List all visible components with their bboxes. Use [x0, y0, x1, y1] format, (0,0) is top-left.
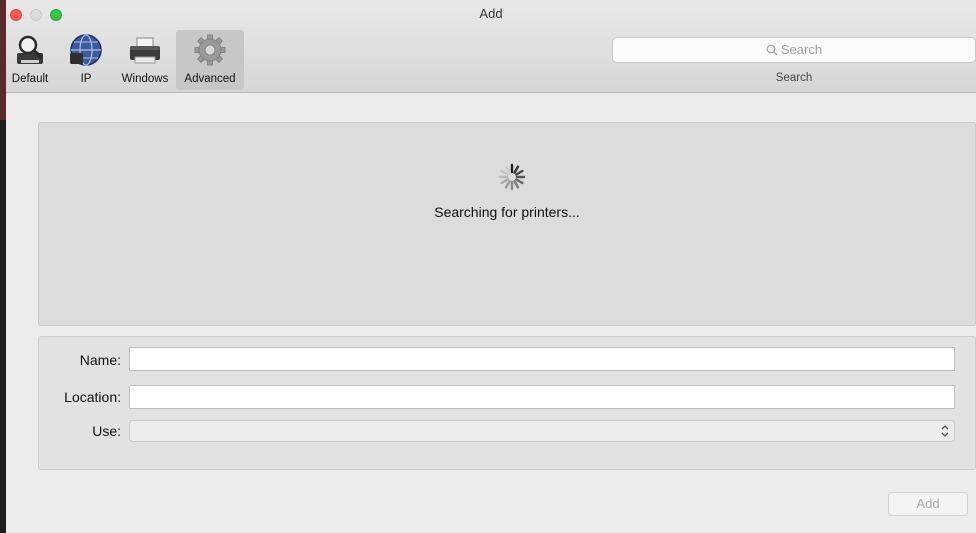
search-icon	[766, 44, 778, 56]
use-label: Use:	[92, 423, 121, 439]
location-label: Location:	[64, 389, 121, 405]
name-label: Name:	[79, 352, 121, 368]
globe-icon	[70, 34, 102, 66]
search-input[interactable]: Search	[612, 37, 976, 63]
printer-results-list[interactable]: Searching for printers...	[38, 122, 976, 326]
tool-windows-label: Windows	[121, 73, 169, 85]
search-placeholder: Search	[780, 42, 823, 57]
location-field[interactable]	[129, 385, 955, 409]
printer-icon	[130, 37, 160, 64]
tool-ip[interactable]: IP	[58, 30, 114, 90]
tool-windows[interactable]: Windows	[114, 30, 176, 90]
toolbar: Add Default IP Windows Advanced Search S…	[6, 0, 976, 93]
tool-ip-label: IP	[80, 73, 92, 85]
tool-default[interactable]: Default	[6, 30, 54, 90]
loading-spinner-icon	[498, 163, 526, 191]
tool-advanced-label: Advanced	[184, 73, 236, 85]
chevron-updown-icon	[941, 425, 949, 437]
add-button[interactable]: Add	[888, 492, 968, 516]
status-text: Searching for printers...	[434, 204, 580, 220]
tool-advanced[interactable]: Advanced	[176, 30, 244, 90]
gear-icon	[194, 34, 226, 66]
window-title: Add	[479, 6, 503, 21]
magnifier-printer-icon	[17, 35, 43, 64]
add-printer-window: Add Default IP Windows Advanced Search S…	[6, 0, 976, 533]
name-field[interactable]	[129, 347, 955, 371]
tool-default-label: Default	[11, 73, 49, 85]
printer-details-form: Name: Location: Use:	[38, 336, 976, 470]
use-select[interactable]	[129, 420, 955, 442]
search-caption: Search	[775, 72, 813, 84]
